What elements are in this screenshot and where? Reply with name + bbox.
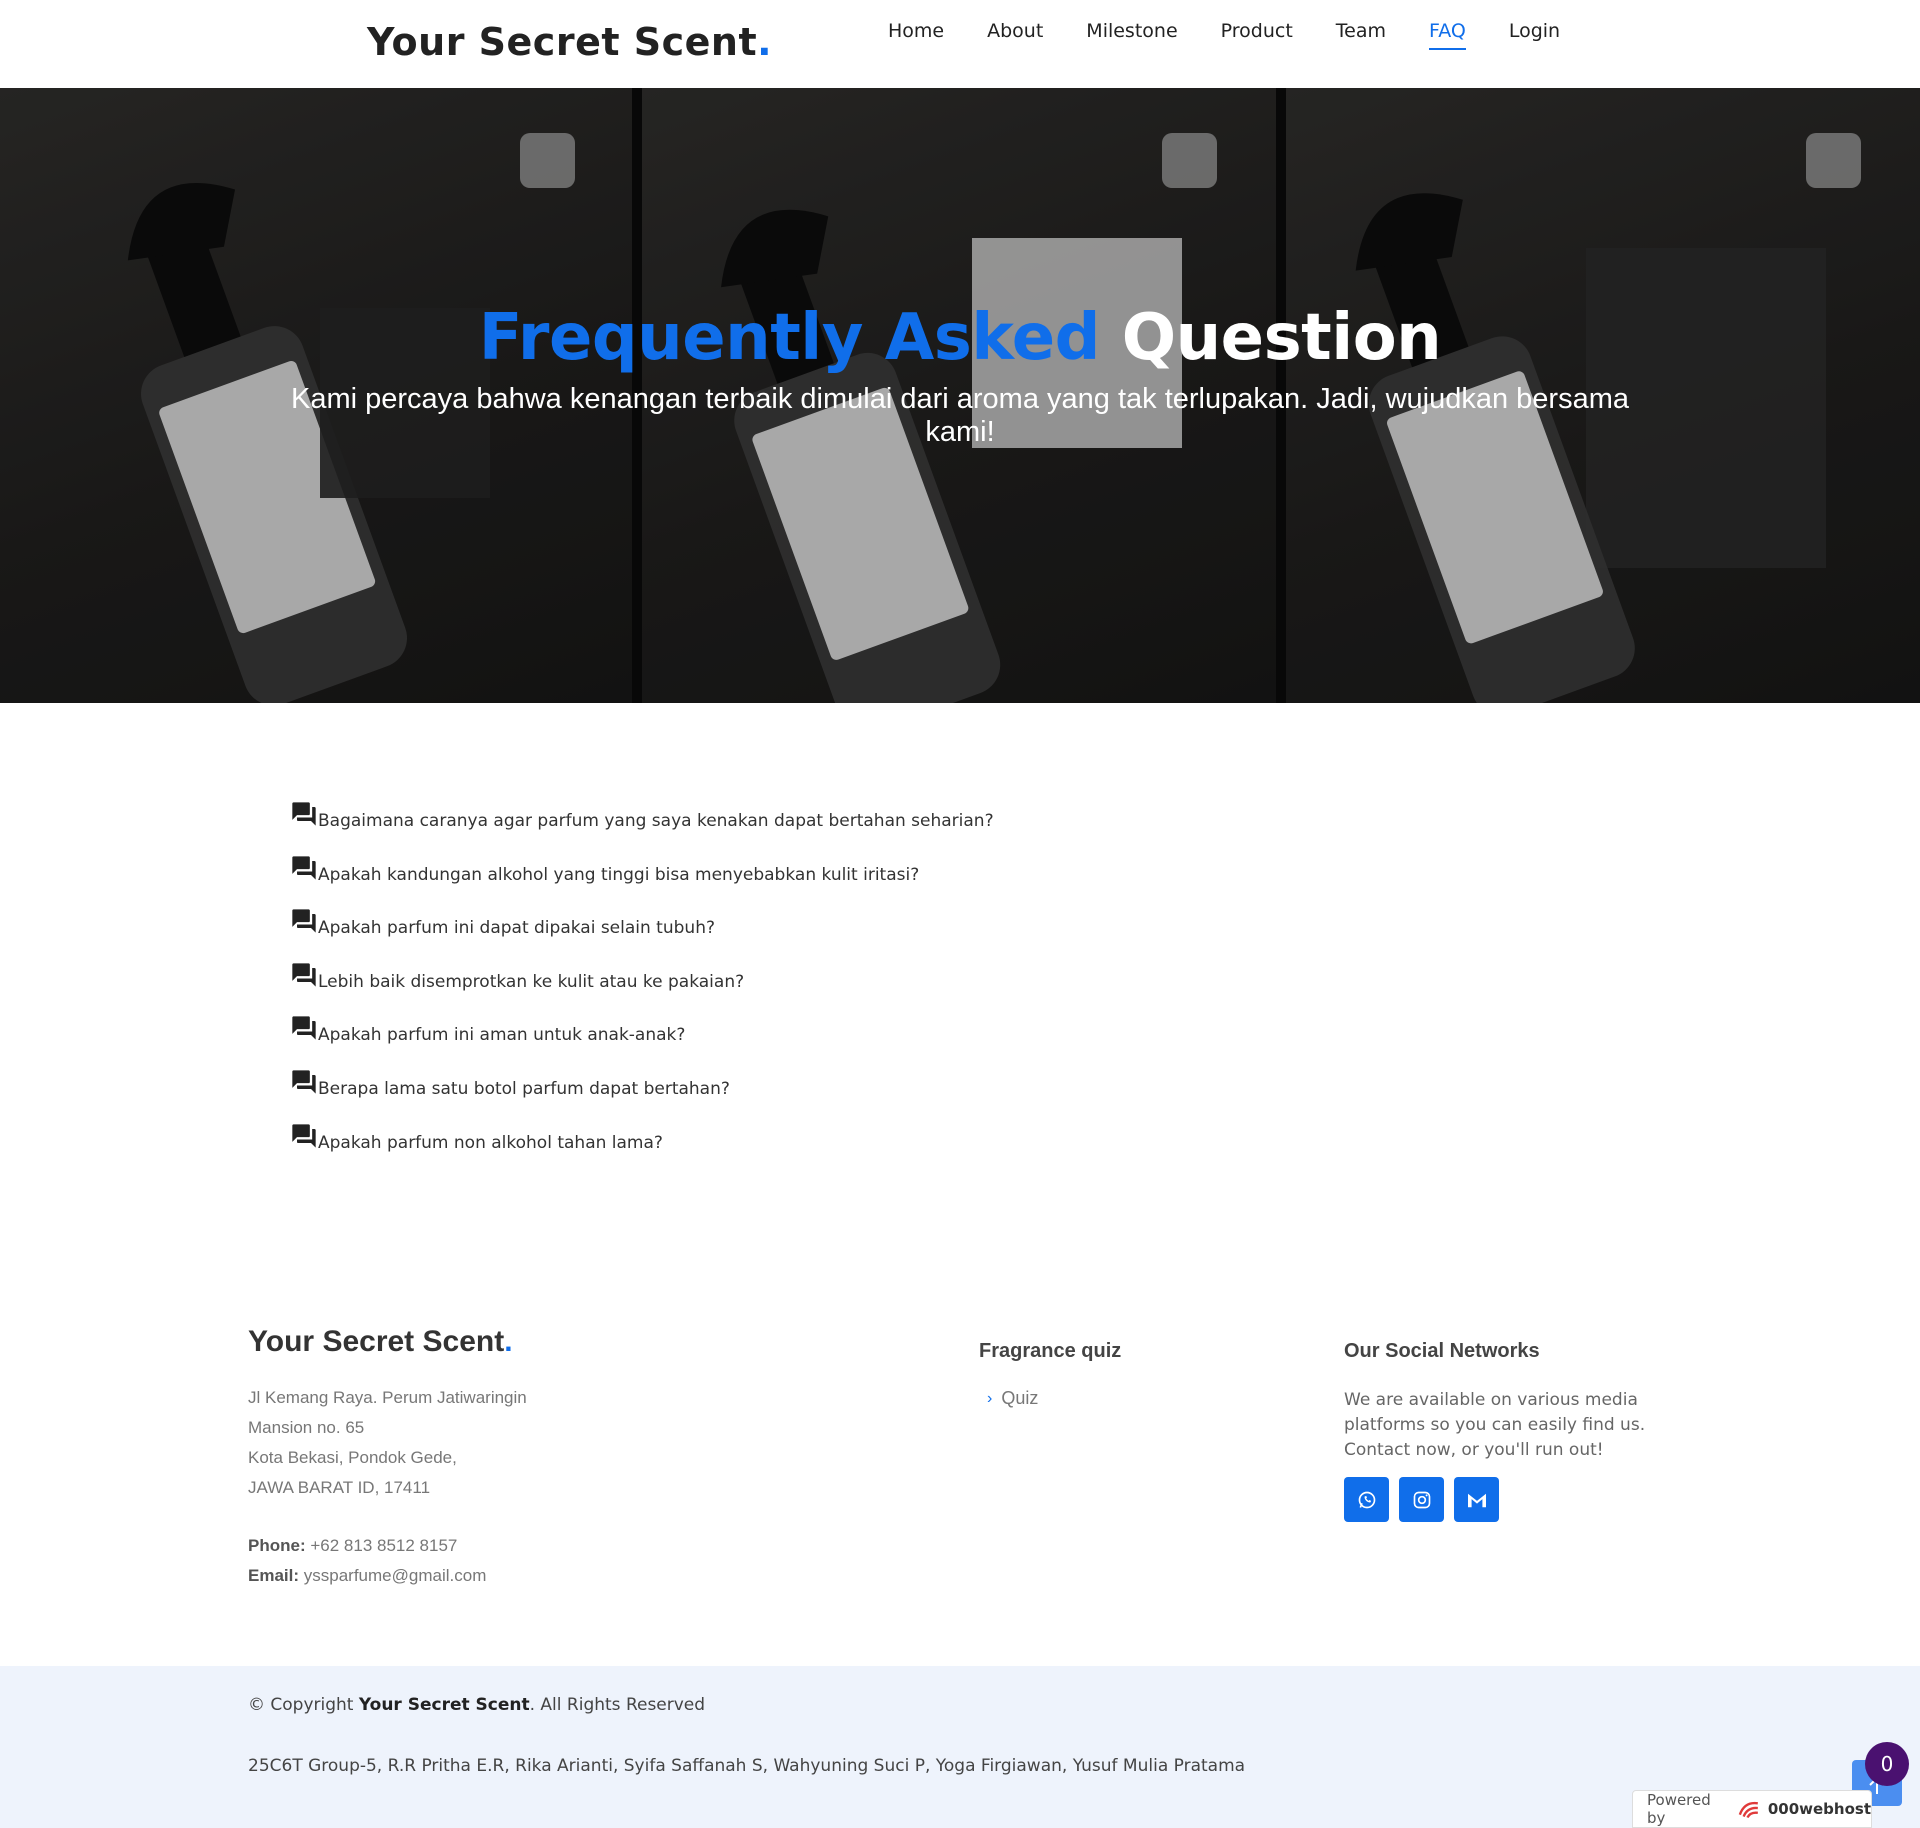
faq-question: Apakah parfum ini aman untuk anak-anak? — [318, 1025, 686, 1046]
faq-item[interactable]: Apakah parfum ini dapat dipakai selain t… — [290, 907, 994, 961]
quiz-heading: Fragrance quiz — [979, 1340, 1122, 1362]
nav-team[interactable]: Team — [1336, 20, 1386, 50]
hero-banner: Frequently Asked Question Kami percaya b… — [0, 88, 1920, 703]
copyright-brand: Your Secret Scent — [358, 1695, 530, 1715]
question-answer-icon — [292, 855, 316, 880]
faq-question: Apakah kandungan alkohol yang tinggi bis… — [318, 864, 920, 885]
logo-text: Your Secret Scent — [367, 20, 758, 64]
footer-address: Jl Kemang Raya. Perum Jatiwaringin Mansi… — [248, 1383, 527, 1503]
faq-question: Apakah parfum non alkohol tahan lama? — [318, 1132, 663, 1153]
nav-home[interactable]: Home — [888, 20, 944, 50]
faq-question: Berapa lama satu botol parfum dapat bert… — [318, 1078, 730, 1099]
webhost-brand: 000webhost — [1767, 1800, 1871, 1818]
nav-about[interactable]: About — [987, 20, 1043, 50]
nav-milestone[interactable]: Milestone — [1086, 20, 1177, 50]
whatsapp-icon — [1358, 1491, 1375, 1508]
faq-item[interactable]: Apakah parfum non alkohol tahan lama? — [290, 1122, 994, 1176]
powered-by-label: Powered by — [1647, 1791, 1711, 1827]
phone-value: +62 813 8512 8157 — [310, 1536, 458, 1555]
hero-subtitle: Kami percaya bahwa kenangan terbaik dimu… — [291, 383, 1629, 448]
email-line: Email: yssparfume@gmail.com — [248, 1561, 486, 1591]
nav-login[interactable]: Login — [1509, 20, 1560, 50]
address-line: Kota Bekasi, Pondok Gede, — [248, 1448, 457, 1467]
faq-list: Bagaimana caranya agar parfum yang saya … — [290, 800, 994, 1175]
email-label: Email: — [248, 1566, 300, 1585]
instagram-button[interactable] — [1399, 1477, 1444, 1522]
logo-dot: . — [757, 20, 773, 64]
gmail-button[interactable] — [1454, 1477, 1499, 1522]
footer-logo-dot: . — [504, 1325, 513, 1358]
site-logo[interactable]: Your Secret Scent. — [367, 20, 772, 64]
footer-logo[interactable]: Your Secret Scent. — [248, 1325, 513, 1359]
faq-question: Lebih baik disemprotkan ke kulit atau ke… — [318, 971, 745, 992]
social-links — [1344, 1477, 1509, 1522]
chevron-right-icon: › — [987, 1389, 993, 1407]
copyright: © Copyright Your Secret Scent. All Right… — [248, 1695, 705, 1715]
main-nav: Home About Milestone Product Team FAQ Lo… — [888, 20, 1603, 50]
nav-faq[interactable]: FAQ — [1429, 20, 1466, 50]
powered-by-banner[interactable]: Powered by 000webhost — [1632, 1790, 1872, 1828]
email-value: yssparfume@gmail.com — [303, 1566, 487, 1585]
faq-item[interactable]: Apakah parfum ini aman untuk anak-anak? — [290, 1014, 994, 1068]
address-line: Mansion no. 65 — [248, 1418, 365, 1437]
hero-title-white: Question — [1121, 301, 1442, 375]
phone-line: Phone: +62 813 8512 8157 — [248, 1531, 486, 1561]
question-answer-icon — [292, 909, 316, 933]
faq-item[interactable]: Berapa lama satu botol parfum dapat bert… — [290, 1068, 994, 1122]
whatsapp-button[interactable] — [1344, 1477, 1389, 1522]
hero-title-blue: Frequently Asked — [478, 301, 1101, 375]
faq-item[interactable]: Lebih baik disemprotkan ke kulit atau ke… — [290, 961, 994, 1015]
faq-question: Apakah parfum ini dapat dipakai selain t… — [318, 918, 715, 939]
site-header: Your Secret Scent. Home About Milestone … — [0, 0, 1920, 88]
quiz-link-label: Quiz — [1001, 1388, 1039, 1408]
phone-label: Phone: — [248, 1536, 306, 1555]
footer-logo-text: Your Secret Scent — [248, 1325, 505, 1358]
question-answer-icon — [292, 963, 316, 987]
faq-item[interactable]: Bagaimana caranya agar parfum yang saya … — [290, 800, 994, 854]
address-line: Jl Kemang Raya. Perum Jatiwaringin — [248, 1388, 527, 1407]
footer-contact: Phone: +62 813 8512 8157 Email: yssparfu… — [248, 1531, 486, 1591]
question-answer-icon — [292, 1016, 316, 1041]
quiz-link[interactable]: › Quiz — [987, 1388, 1038, 1409]
notification-badge[interactable]: 0 — [1865, 1742, 1909, 1786]
social-heading: Our Social Networks — [1344, 1340, 1540, 1362]
webhost-logo-icon — [1738, 1801, 1759, 1819]
question-answer-icon — [292, 1123, 316, 1148]
nav-product[interactable]: Product — [1221, 20, 1293, 50]
question-answer-icon — [292, 802, 316, 826]
social-description: We are available on various media platfo… — [1344, 1390, 1646, 1460]
question-answer-icon — [292, 1070, 316, 1094]
hero-title: Frequently Asked Question — [0, 301, 1920, 375]
gmail-icon — [1467, 1493, 1486, 1507]
faq-question: Bagaimana caranya agar parfum yang saya … — [318, 811, 994, 831]
credits: 25C6T Group-5, R.R Pritha E.R, Rika Aria… — [248, 1756, 1246, 1776]
address-line: JAWA BARAT ID, 17411 — [248, 1478, 431, 1497]
copyright-prefix: © Copyright — [248, 1695, 354, 1715]
faq-item[interactable]: Apakah kandungan alkohol yang tinggi bis… — [290, 854, 994, 908]
copyright-suffix: . All Rights Reserved — [529, 1695, 706, 1715]
instagram-icon — [1413, 1491, 1430, 1508]
